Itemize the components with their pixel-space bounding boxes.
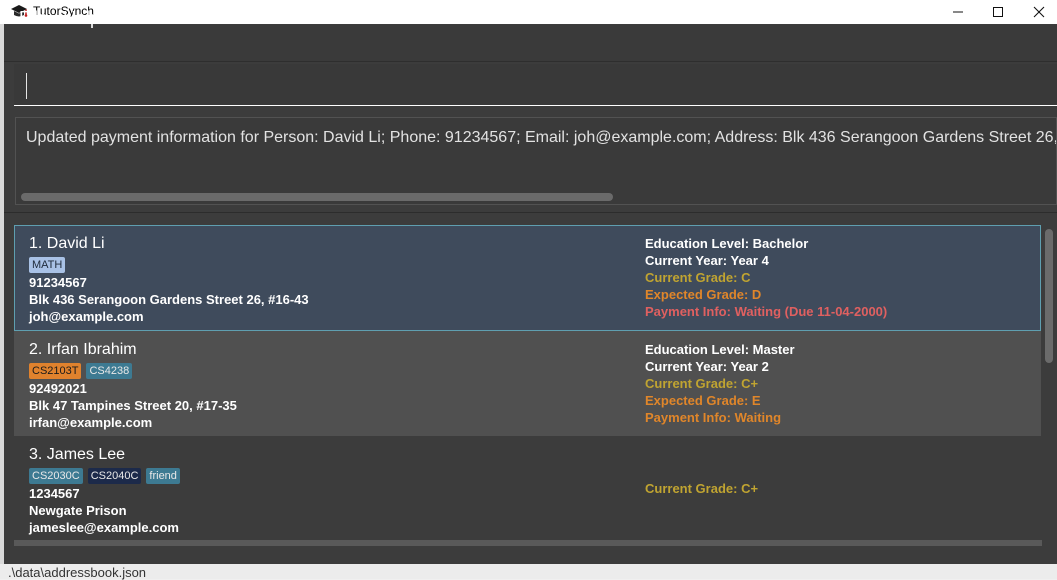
save-location: .\data\addressbook.json [8, 565, 147, 580]
expected-grade: Expected Grade: D [645, 287, 762, 302]
status-bar [0, 564, 1057, 579]
payment-info: Payment Info: Waiting (Due 11-04-2000) [645, 304, 888, 319]
result-message: Updated payment information for Person: … [26, 129, 1056, 146]
person-phone: 1234567 [29, 486, 80, 501]
close-button[interactable] [1021, 0, 1057, 24]
person-address: Newgate Prison [29, 503, 127, 518]
list-bottom-bar [14, 540, 1042, 546]
current-grade: Current Grade: C+ [645, 481, 759, 496]
person-name: 3. James Lee [29, 446, 126, 463]
person-phone: 91234567 [29, 275, 87, 290]
person-email: irfan@example.com [29, 415, 153, 430]
current-grade: Current Grade: C+ [645, 376, 759, 391]
education-level: Education Level: Bachelor [645, 236, 809, 251]
tag-friend: friend [146, 468, 180, 484]
close-icon [1033, 6, 1045, 18]
menu-theme[interactable]: Theme [118, 8, 174, 28]
maximize-button[interactable] [975, 0, 1021, 24]
person-email: joh@example.com [29, 309, 144, 324]
menu-help[interactable]: Help [63, 8, 100, 28]
education-level: Education Level: Master [645, 342, 795, 357]
text-caret [26, 73, 27, 99]
tag-cs2040c: CS2040C [87, 468, 142, 484]
maximize-icon [993, 7, 1003, 17]
list-vertical-scrollbar[interactable] [1045, 229, 1053, 363]
result-horizontal-scrollbar[interactable] [21, 193, 613, 201]
payment-info: Payment Info: Waiting [645, 410, 782, 425]
minimize-icon [953, 11, 963, 13]
person-name: 1. David Li [29, 235, 105, 252]
current-year: Current Year: Year 4 [645, 253, 769, 268]
tag-math: MATH [29, 257, 66, 273]
tag-list: CS2103T CS4238 [29, 363, 133, 379]
tag-list: CS2030C CS2040C friend [29, 468, 180, 484]
current-year: Current Year: Year 2 [645, 359, 769, 374]
person-email: jameslee@example.com [29, 520, 179, 535]
tag-cs4238: CS4238 [86, 363, 133, 379]
person-card-2[interactable] [14, 331, 1041, 436]
current-grade: Current Grade: C [645, 270, 751, 285]
menu-bar [4, 25, 1057, 62]
person-phone: 92492021 [29, 381, 87, 396]
person-name: 2. Irfan Ibrahim [29, 341, 137, 358]
person-address: Blk 47 Tampines Street 20, #17-35 [29, 398, 237, 413]
command-input[interactable] [14, 64, 1057, 106]
expected-grade: Expected Grade: E [645, 393, 761, 408]
tag-cs2030c: CS2030C [29, 468, 83, 484]
tag-cs2103t: CS2103T [29, 363, 82, 379]
person-address: Blk 436 Serangoon Gardens Street 26, #16… [29, 292, 309, 307]
menu-file[interactable]: File [19, 8, 48, 28]
tag-list: MATH [29, 257, 66, 273]
